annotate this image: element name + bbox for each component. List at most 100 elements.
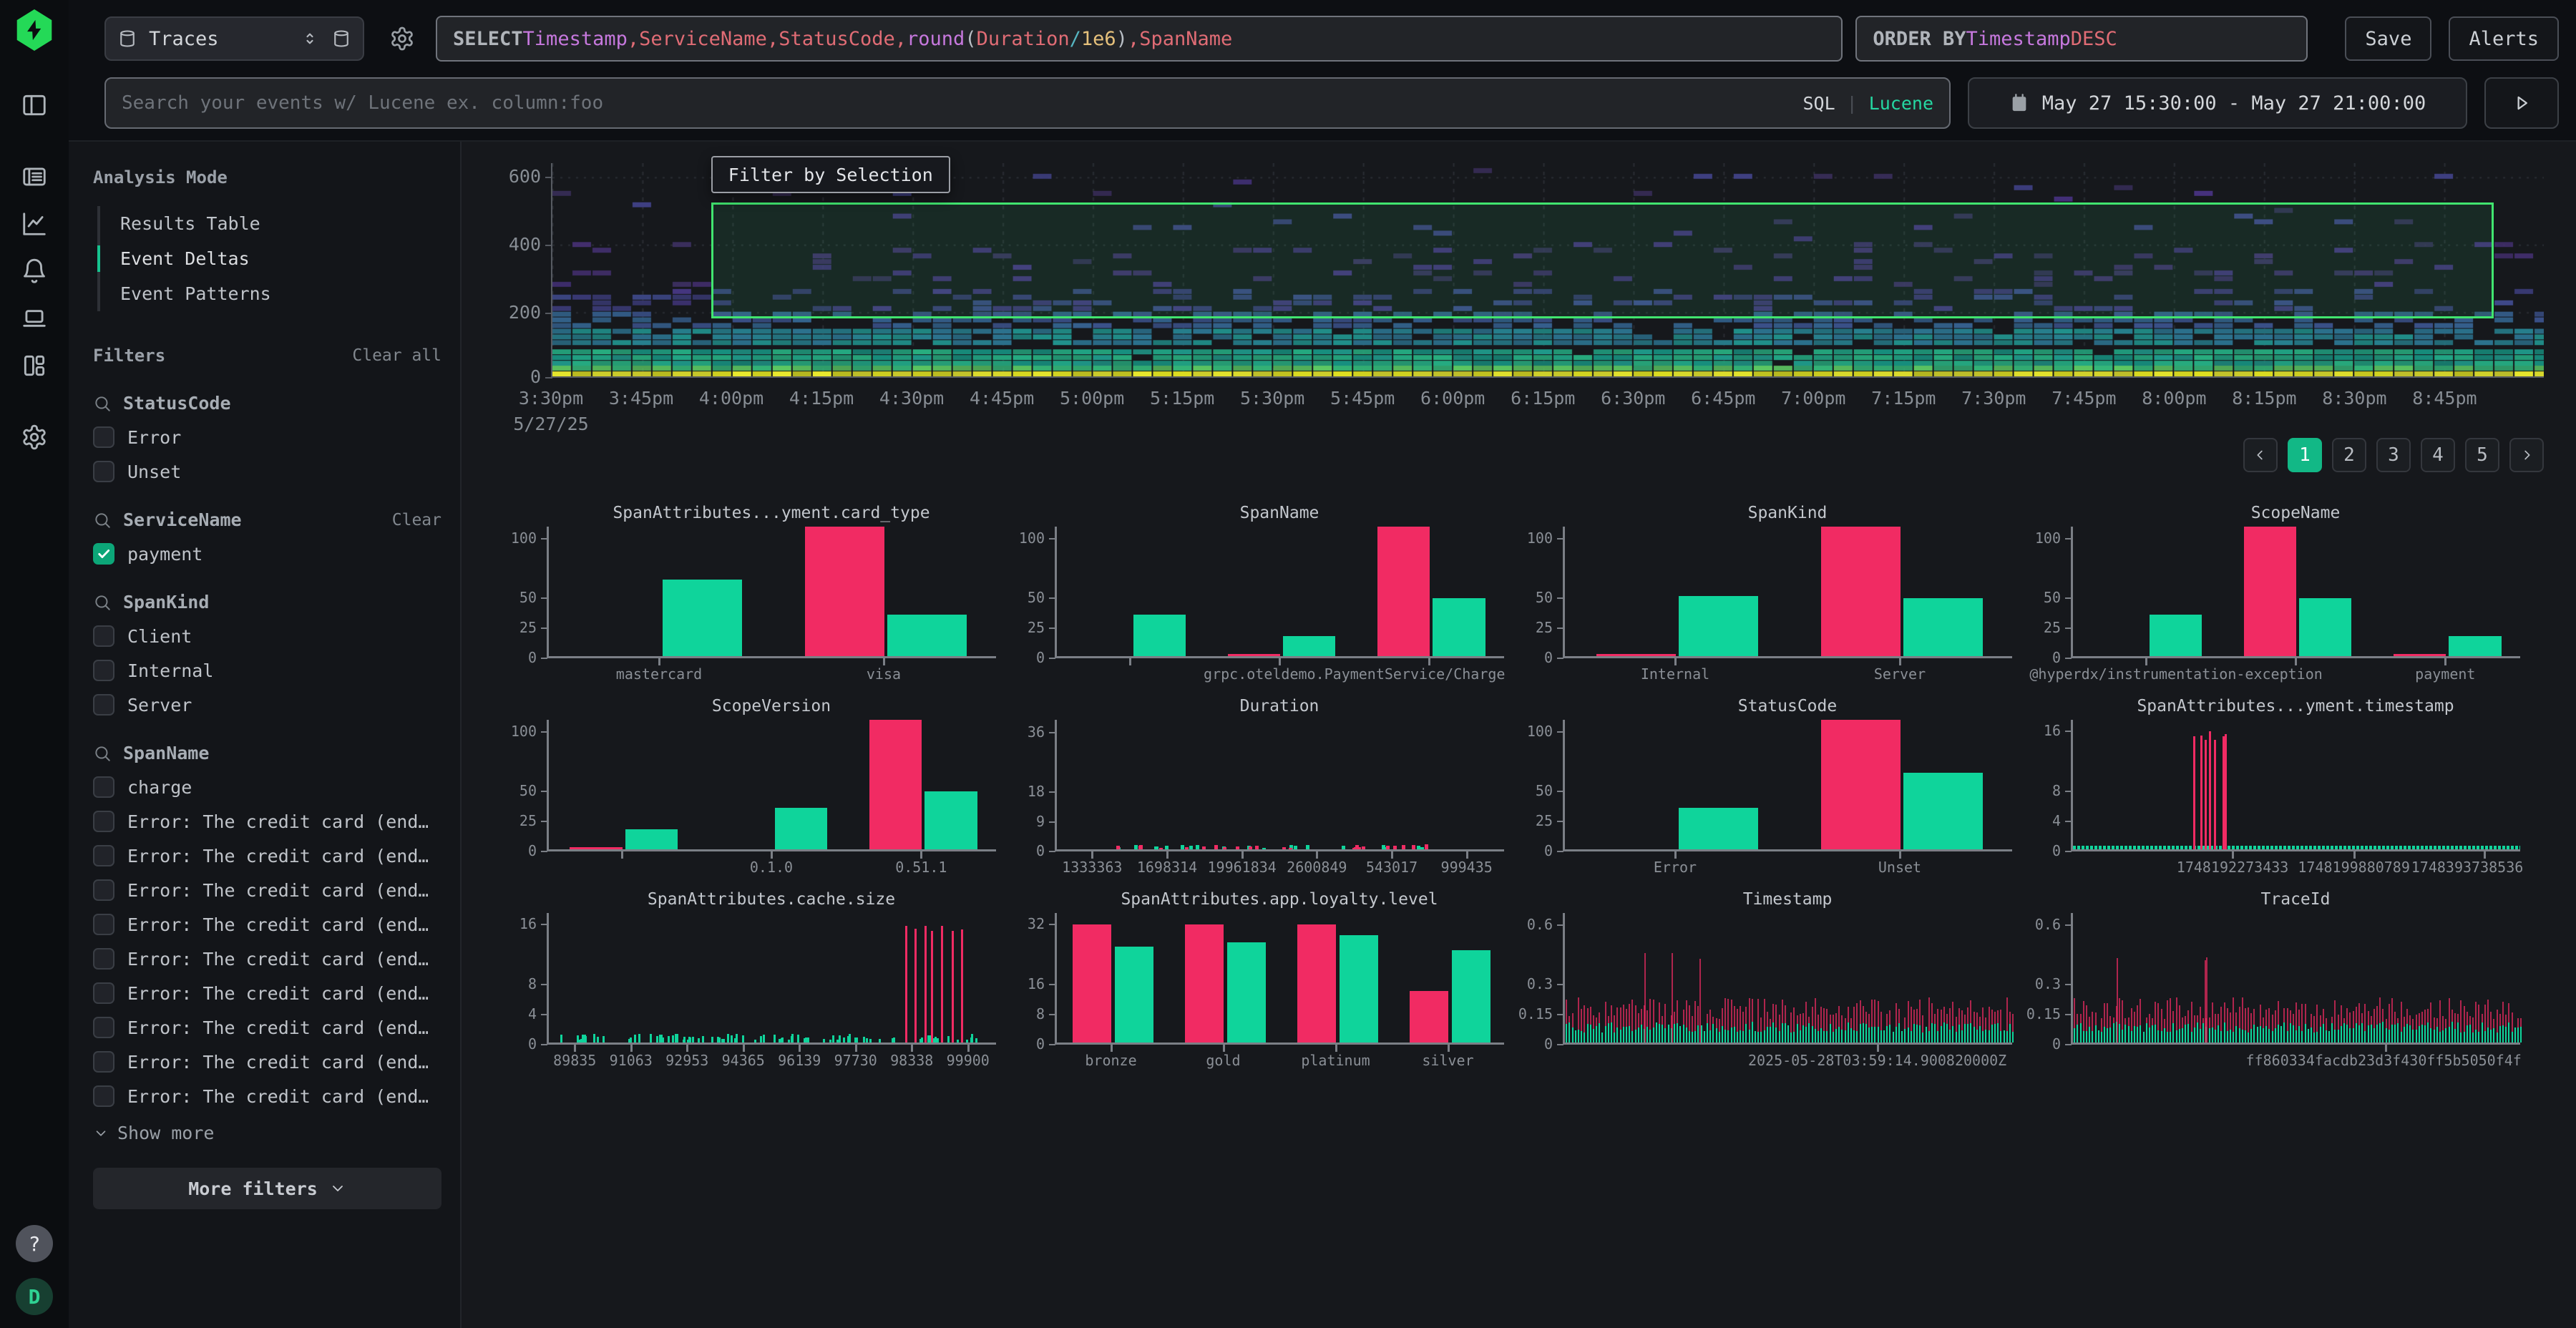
filter-option-error-the-credit-card-end[interactable]: Error: The credit card (end… bbox=[93, 811, 441, 832]
query-settings-button[interactable] bbox=[384, 21, 420, 57]
mini-chart-payment-timestamp[interactable]: SpanAttributes...yment.timestamp04816174… bbox=[2025, 687, 2526, 880]
save-label: Save bbox=[2365, 28, 2411, 50]
mini-chart-duration[interactable]: Duration09183613333631698314199618342600… bbox=[1009, 687, 1510, 880]
mini-chart-span-name[interactable]: SpanName02550100grpc.oteldemo.PaymentSer… bbox=[1009, 494, 1510, 687]
x-tick-label: 1748393738536 bbox=[2410, 859, 2524, 876]
rail-layout-dashboard-button[interactable] bbox=[17, 348, 52, 383]
filter-option-error-the-credit-card-end[interactable]: Error: The credit card (end… bbox=[93, 948, 441, 970]
clear-filter-link[interactable]: Clear bbox=[392, 511, 441, 529]
filter-option-error-the-credit-card-end[interactable]: Error: The credit card (end… bbox=[93, 1017, 441, 1038]
clear-all-filters-link[interactable]: Clear all bbox=[352, 346, 441, 365]
checkbox-unchecked[interactable] bbox=[93, 625, 114, 647]
page-button-2[interactable]: 2 bbox=[2332, 438, 2366, 472]
rail-laptop-button[interactable] bbox=[17, 301, 52, 336]
checkbox-unchecked[interactable] bbox=[93, 845, 114, 866]
filter-option-client[interactable]: Client bbox=[93, 625, 441, 647]
user-avatar[interactable]: D bbox=[16, 1278, 53, 1315]
page-prev-button[interactable] bbox=[2243, 438, 2278, 472]
analysis-mode-event-deltas[interactable]: Event Deltas bbox=[100, 241, 441, 276]
x-tick-label: 91063 bbox=[609, 1052, 653, 1069]
filter-option-error-the-credit-card-end[interactable]: Error: The credit card (end… bbox=[93, 982, 441, 1004]
hyperdx-logo[interactable] bbox=[15, 9, 54, 51]
filter-option-label: Error: The credit card (end… bbox=[127, 811, 428, 832]
alerts-button[interactable]: Alerts bbox=[2449, 16, 2559, 61]
mini-chart-card-type[interactable]: SpanAttributes...yment.card_type02550100… bbox=[501, 494, 1002, 687]
filter-option-charge[interactable]: charge bbox=[93, 776, 441, 798]
rail-gear-button[interactable] bbox=[17, 420, 52, 454]
save-button[interactable]: Save bbox=[2345, 16, 2431, 61]
checkbox-unchecked[interactable] bbox=[93, 1051, 114, 1073]
filter-option-server[interactable]: Server bbox=[93, 694, 441, 716]
page-button-3[interactable]: 3 bbox=[2376, 438, 2411, 472]
filter-option-error-the-credit-card-end[interactable]: Error: The credit card (end… bbox=[93, 845, 441, 866]
filter-option-unset[interactable]: Unset bbox=[93, 461, 441, 482]
filter-option-error-the-credit-card-end[interactable]: Error: The credit card (end… bbox=[93, 1051, 441, 1073]
checkbox-unchecked[interactable] bbox=[93, 776, 114, 798]
mini-chart-span-kind[interactable]: SpanKind02550100InternalServer bbox=[1517, 494, 2018, 687]
checkbox-unchecked[interactable] bbox=[93, 694, 114, 716]
rail-bell-button[interactable] bbox=[17, 254, 52, 288]
y-tick-mark bbox=[541, 1014, 547, 1015]
chevron-down-icon bbox=[93, 1126, 109, 1141]
mini-chart-scope-version[interactable]: ScopeVersion025501000.1.00.51.1 bbox=[501, 687, 1002, 880]
mini-chart-scope-name[interactable]: ScopeName02550100@hyperdx/instrumentatio… bbox=[2025, 494, 2526, 687]
spike bbox=[2193, 736, 2195, 849]
filter-option-error-the-credit-card-end[interactable]: Error: The credit card (end… bbox=[93, 914, 441, 935]
page-button-4[interactable]: 4 bbox=[2421, 438, 2455, 472]
language-sql[interactable]: SQL bbox=[1802, 93, 1835, 114]
chart-title: Duration bbox=[1055, 697, 1504, 716]
checkbox-unchecked[interactable] bbox=[93, 811, 114, 832]
page-button-5[interactable]: 5 bbox=[2465, 438, 2499, 472]
page-next-button[interactable] bbox=[2509, 438, 2544, 472]
checkbox-unchecked[interactable] bbox=[93, 1017, 114, 1038]
checkbox-unchecked[interactable] bbox=[93, 426, 114, 448]
filter-by-selection-tooltip[interactable]: Filter by Selection bbox=[711, 156, 950, 193]
mini-chart-cache-size[interactable]: SpanAttributes.cache.size048168983591063… bbox=[501, 880, 1002, 1073]
bar-pink bbox=[1185, 924, 1224, 1043]
baseline-dash bbox=[866, 1038, 868, 1043]
rail-line-chart-button[interactable] bbox=[17, 207, 52, 241]
date-range-picker[interactable]: May 27 15:30:00 - May 27 21:00:00 bbox=[1968, 77, 2467, 129]
language-lucene[interactable]: Lucene bbox=[1869, 93, 1933, 114]
filter-option-payment[interactable]: payment bbox=[93, 543, 441, 565]
run-query-button[interactable] bbox=[2484, 77, 2559, 129]
checkbox-unchecked[interactable] bbox=[93, 982, 114, 1004]
help-button[interactable]: ? bbox=[16, 1225, 53, 1262]
heatmap-selection-rect[interactable] bbox=[711, 202, 2494, 318]
checkbox-unchecked[interactable] bbox=[93, 461, 114, 482]
checkbox-unchecked[interactable] bbox=[93, 1085, 114, 1107]
stripe-green bbox=[2301, 1031, 2303, 1043]
checkbox-checked[interactable] bbox=[93, 543, 114, 565]
rail-panel-left-button[interactable] bbox=[17, 88, 52, 122]
filter-option-error[interactable]: Error bbox=[93, 426, 441, 448]
mini-chart-status-code[interactable]: StatusCode02550100ErrorUnset bbox=[1517, 687, 2018, 880]
mini-chart-trace-id[interactable]: TraceId00.150.30.6ff860334facdb23d3f430f… bbox=[2025, 880, 2526, 1073]
events-heatmap[interactable]: Filter by Selection 6004002000 bbox=[551, 163, 2544, 378]
more-filters-button[interactable]: More filters bbox=[93, 1168, 441, 1209]
checkbox-unchecked[interactable] bbox=[93, 660, 114, 681]
x-tick-label: bronze bbox=[1085, 1052, 1138, 1069]
source-select[interactable]: Traces bbox=[104, 16, 364, 61]
filter-option-internal[interactable]: Internal bbox=[93, 660, 441, 681]
filter-option-error-the-credit-card-end[interactable]: Error: The credit card (end… bbox=[93, 879, 441, 901]
heatmap-x-label: 7:45pm bbox=[2051, 388, 2116, 409]
order-by-input[interactable]: ORDER BY Timestamp DESC bbox=[1855, 16, 2308, 62]
mini-chart-timestamp[interactable]: Timestamp00.150.30.62025-05-28T03:59:14.… bbox=[1517, 880, 2018, 1073]
checkbox-unchecked[interactable] bbox=[93, 914, 114, 935]
checkbox-unchecked[interactable] bbox=[93, 879, 114, 901]
bar-green bbox=[2150, 615, 2202, 656]
search-input[interactable] bbox=[122, 92, 1790, 114]
fleck bbox=[1189, 846, 1193, 849]
checkbox-unchecked[interactable] bbox=[93, 948, 114, 970]
mini-chart-loyalty-level[interactable]: SpanAttributes.app.loyalty.level081632br… bbox=[1009, 880, 1510, 1073]
analysis-mode-event-patterns[interactable]: Event Patterns bbox=[100, 276, 441, 311]
rail-logs-button[interactable] bbox=[17, 160, 52, 194]
show-more-link[interactable]: Show more bbox=[93, 1123, 441, 1143]
select-query-input[interactable]: SELECT Timestamp,ServiceName,StatusCode,… bbox=[436, 16, 1843, 62]
filter-option-error-the-credit-card-end[interactable]: Error: The credit card (end… bbox=[93, 1085, 441, 1107]
spike bbox=[961, 929, 963, 1043]
page-button-1[interactable]: 1 bbox=[2288, 438, 2322, 472]
analysis-mode-results-table[interactable]: Results Table bbox=[100, 206, 441, 241]
filter-option-label: Error bbox=[127, 427, 181, 448]
y-tick-mark bbox=[1557, 924, 1563, 926]
